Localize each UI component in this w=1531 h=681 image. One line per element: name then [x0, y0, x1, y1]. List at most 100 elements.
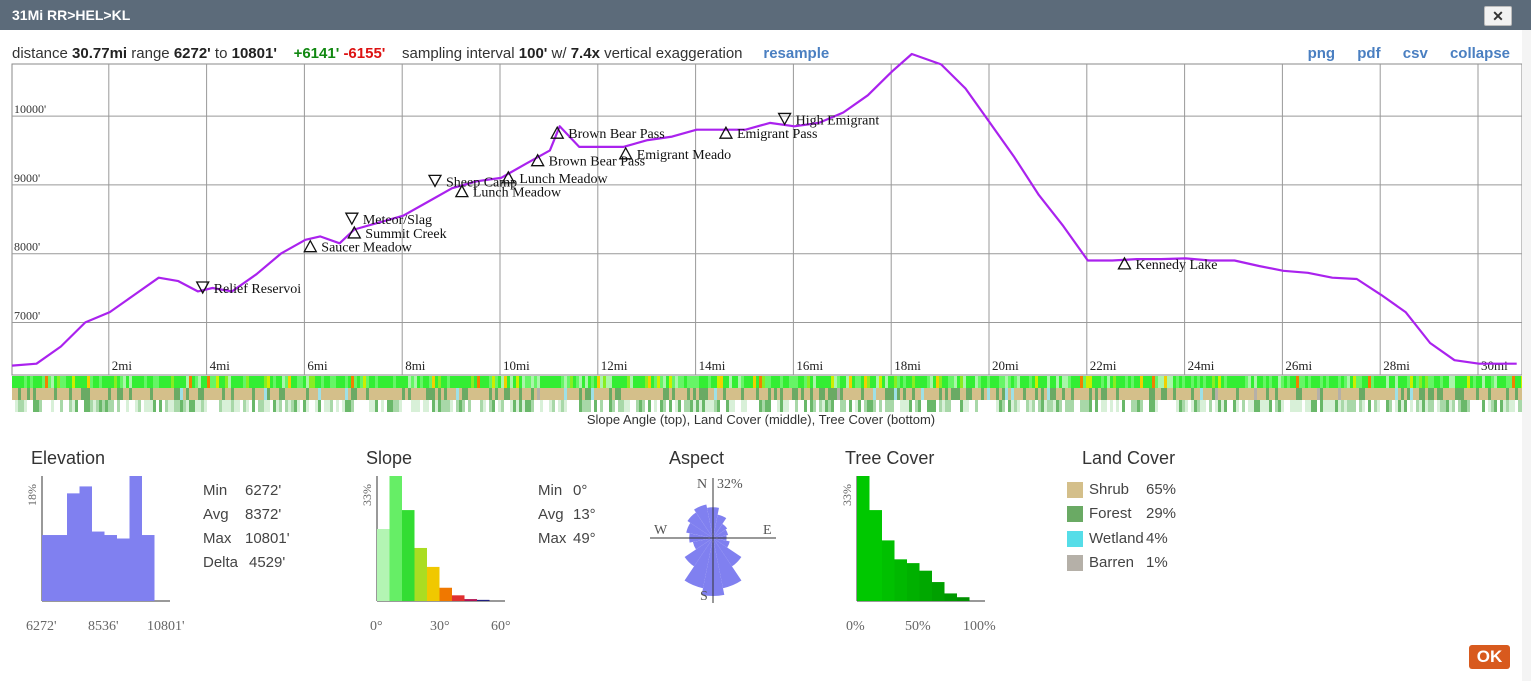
x-tick-label: 28mi [1383, 358, 1410, 373]
slope-angle-strip [12, 376, 1524, 388]
slope-y-tick: 33% [360, 484, 374, 506]
slope-xlabel-mid: 30° [430, 619, 450, 634]
tree-xlabel-mid: 50% [905, 619, 931, 634]
elevation-bar [117, 538, 130, 601]
slope-bar [414, 547, 427, 601]
land-cover-value: 65% [1146, 481, 1177, 498]
x-tick-label: 20mi [992, 358, 1019, 373]
x-tick-label: 26mi [1285, 358, 1312, 373]
south-label: S [700, 589, 708, 604]
tree-cover-bar [869, 510, 882, 601]
land-cover-name: Barren [1089, 554, 1135, 571]
y-tick-label: 10000' [14, 102, 46, 116]
elevation-bar [92, 531, 105, 601]
waypoint-label: Lunch Meadow [519, 172, 608, 187]
aspect-title: Aspect [669, 448, 725, 468]
elevation-histogram: 18% [25, 476, 170, 602]
slope-bar [439, 587, 452, 601]
tree-xlabel-min: 0% [846, 619, 865, 634]
x-tick-label: 24mi [1188, 358, 1215, 373]
elevation-bar [54, 535, 67, 601]
aspect-max-label: 32% [717, 477, 743, 492]
stat-label: Delta [203, 554, 239, 571]
y-tick-label: 7000' [14, 309, 40, 323]
slope-histogram: 33% [360, 476, 505, 602]
stat-value: 0° [573, 482, 588, 499]
y-tick-label: 8000' [14, 240, 40, 254]
tree-cover-bar [857, 476, 870, 601]
x-tick-label: 2mi [112, 358, 133, 373]
x-tick-label: 18mi [894, 358, 921, 373]
stat-value: 4529' [249, 554, 286, 571]
barren-swatch [1067, 555, 1083, 572]
wetland-swatch [1067, 531, 1083, 548]
elevation-bar [142, 535, 155, 601]
y-tick-label: 9000' [14, 171, 40, 185]
stat-label: Avg [538, 506, 564, 523]
tree-cover-bar [907, 563, 920, 601]
waypoint-label: Emigrant Meado [637, 148, 731, 163]
land-cover-item-barren: Barren 1% [1067, 554, 1168, 572]
land-cover-name: Forest [1089, 505, 1132, 522]
land-cover-value: 29% [1146, 505, 1177, 522]
elevation-xlabel-mid: 8536' [88, 619, 119, 634]
shrub-swatch [1067, 482, 1083, 499]
stat-value: 6272' [245, 482, 282, 499]
land-cover-item-wetland: Wetland 4% [1067, 530, 1168, 548]
slope-xlabel-max: 60° [491, 619, 511, 634]
slope-title: Slope [366, 448, 413, 468]
slope-bar [402, 510, 415, 601]
forest-swatch [1067, 506, 1083, 523]
stat-label: Max [538, 530, 567, 547]
aspect-rose-chart: N E S W 32% [650, 477, 776, 604]
tree-cover-bar [882, 540, 895, 601]
land-cover-value: 4% [1146, 530, 1168, 547]
slope-bar [464, 599, 477, 601]
tree-xlabel-max: 100% [963, 619, 996, 634]
tree-cover-title: Tree Cover [845, 448, 935, 468]
stat-value: 49° [573, 530, 596, 547]
stat-value: 8372' [245, 506, 282, 523]
land-cover-name: Wetland [1089, 530, 1144, 547]
x-tick-label: 10mi [503, 358, 530, 373]
west-label: W [654, 523, 668, 538]
waypoint-label: Meteor/Slag [363, 213, 432, 228]
slope-bar [389, 476, 402, 601]
east-label: E [763, 523, 772, 538]
elevation-bar [79, 486, 92, 601]
x-tick-label: 4mi [210, 358, 231, 373]
x-tick-label: 30mi [1481, 358, 1508, 373]
x-tick-label: 14mi [699, 358, 726, 373]
stat-value: 10801' [245, 530, 290, 547]
elevation-bar [129, 476, 142, 601]
x-tick-label: 12mi [601, 358, 628, 373]
elevation-stat-avg: Avg 8372' [203, 503, 290, 527]
page-scrollbar[interactable] [1522, 30, 1531, 681]
waypoint-label: Relief Reservoi [214, 282, 302, 297]
tree-cover-bar [932, 582, 945, 601]
elevation-bar [67, 493, 80, 601]
land-cover-name: Shrub [1089, 481, 1130, 498]
slope-bar [377, 529, 390, 601]
tree-cover-bar [957, 597, 970, 601]
elevation-y-tick: 18% [25, 484, 39, 506]
waypoint-label: High Emigrant [796, 113, 880, 128]
stat-label: Min [538, 482, 563, 499]
north-label: N [697, 477, 707, 492]
tree-cover-histogram: 33% [840, 476, 985, 602]
slope-bar [427, 566, 440, 601]
ok-button[interactable]: OK [1469, 645, 1510, 669]
stat-label: Avg [203, 506, 229, 523]
x-tick-label: 8mi [405, 358, 426, 373]
stat-label: Min [203, 482, 228, 499]
elevation-profile-chart[interactable]: 7000' 8000' 9000' 10000' 2mi 4mi 6mi 8mi 10mi 12m… [0, 0, 1531, 412]
elevation-stat-max: Max 10801' [203, 527, 290, 551]
elevation-stat-delta: Delta 4529' [203, 551, 290, 575]
tree-cover-y-tick: 33% [840, 484, 854, 506]
slope-xlabel-min: 0° [370, 619, 383, 634]
tree-cover-bar [944, 593, 957, 601]
waypoint-label: Saucer Meadow [321, 241, 412, 256]
elevation-bar [42, 535, 55, 601]
tree-cover-bar [894, 559, 907, 601]
slope-stat-max: Max 49° [538, 527, 596, 551]
